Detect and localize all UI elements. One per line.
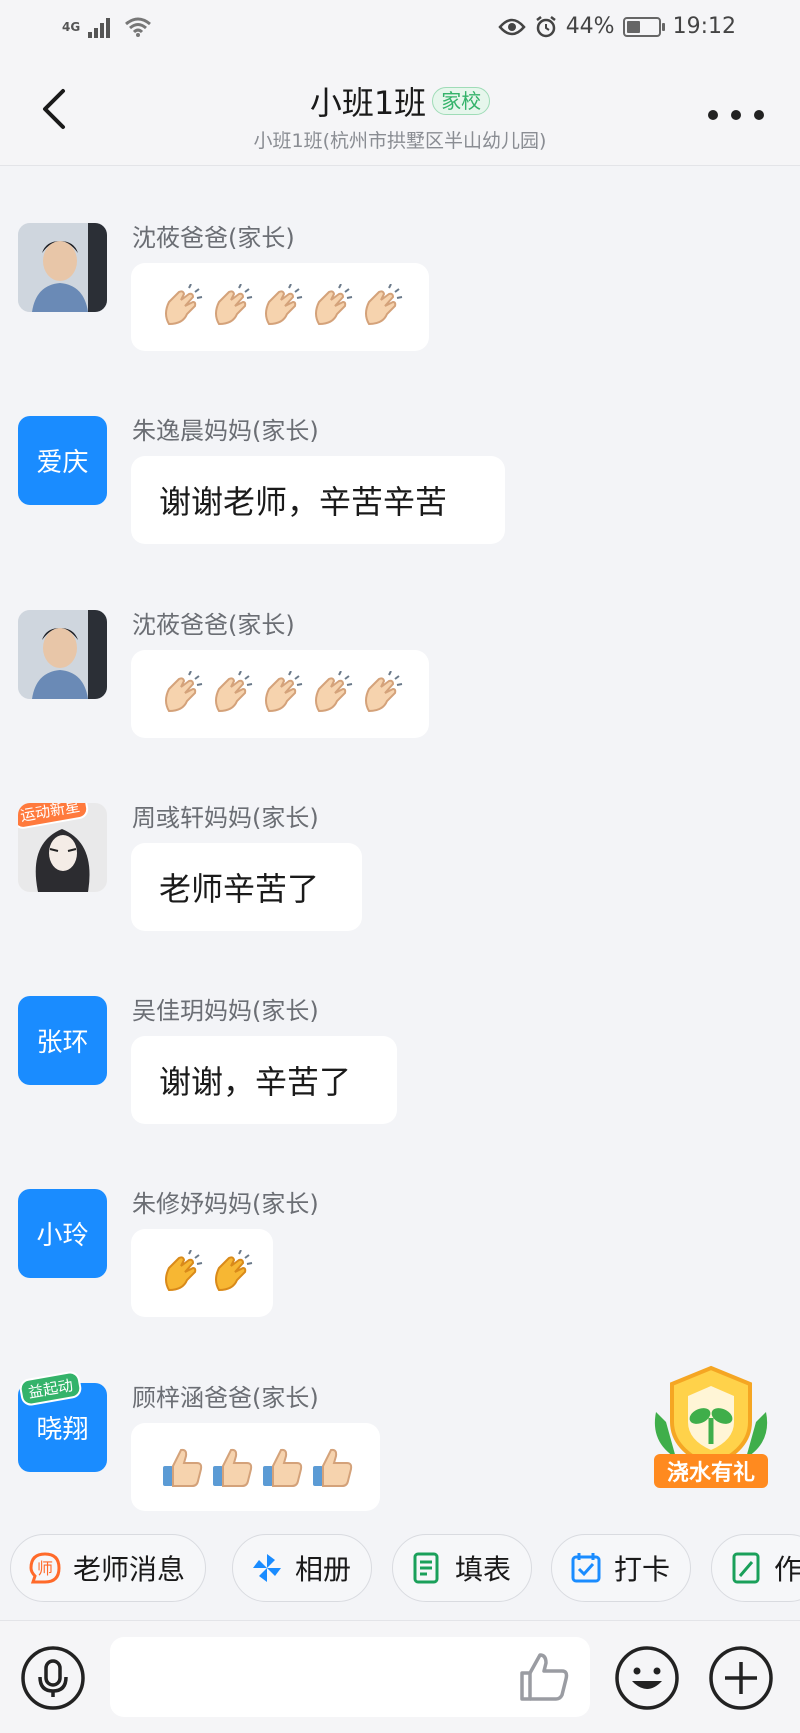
input-bar [0, 1620, 800, 1733]
quick-action-homework[interactable]: 作 [711, 1534, 800, 1602]
message-text: 谢谢老师，辛苦辛苦 [159, 483, 448, 521]
message-bubble[interactable] [131, 263, 429, 351]
avatar[interactable]: 小玲 [18, 1189, 107, 1278]
person-photo-icon [18, 223, 107, 312]
avatar-badge: 益起动 [18, 1369, 83, 1408]
avatar[interactable]: 运动新星 [18, 803, 107, 892]
more-actions-button[interactable] [708, 1645, 774, 1711]
clapping-hands-icon [165, 1250, 203, 1292]
message-bubble[interactable] [131, 1423, 380, 1511]
battery-percent: 44% [565, 14, 615, 39]
voice-button[interactable] [20, 1645, 86, 1711]
notebook-icon [732, 1552, 760, 1584]
emoji-button[interactable] [614, 1645, 680, 1711]
more-options-button[interactable] [708, 100, 764, 130]
message-text: 老师辛苦了 [159, 870, 320, 908]
avatar[interactable]: 爱庆 [18, 416, 107, 505]
more-dot [754, 110, 764, 120]
chat-header: 小班1班 家校 小班1班(杭州市拱墅区半山幼儿园) [0, 60, 800, 166]
clapping-hands-icon [215, 671, 253, 713]
clapping-emoji-row [159, 284, 405, 330]
status-bar: 4G 44% 19:12 [0, 0, 800, 60]
more-dot [731, 110, 741, 120]
clapping-emoji-row [159, 1250, 255, 1296]
clapping-hands-icon [315, 284, 353, 326]
smiley-icon [615, 1646, 679, 1710]
svg-text:师: 师 [37, 1559, 53, 1578]
sender-name: 沈莜爸爸(家长) [132, 224, 295, 252]
sender-name: 吴佳玥妈妈(家长) [132, 997, 319, 1025]
clapping-hands-icon [315, 671, 353, 713]
clapping-hands-icon [265, 671, 303, 713]
clock: 19:12 [672, 14, 736, 39]
quick-action-label: 打卡 [614, 1553, 671, 1586]
sender-name: 朱逸晨妈妈(家长) [132, 417, 319, 445]
thumbs-up-emoji-row [159, 1444, 355, 1490]
plus-icon [709, 1646, 773, 1710]
home-school-tag: 家校 [432, 87, 491, 115]
like-button[interactable] [516, 1649, 572, 1705]
more-dot [708, 110, 718, 120]
message-bubble[interactable]: 谢谢，辛苦了 [131, 1036, 397, 1124]
thumbs-up-emoji-icon [313, 1448, 353, 1487]
quick-action-teacher-messages[interactable]: 师 老师消息 [10, 1534, 207, 1602]
avatar-text: 张环 [36, 1028, 89, 1058]
calendar-check-icon [571, 1553, 601, 1583]
quick-action-album[interactable]: 相册 [232, 1534, 373, 1602]
avatar[interactable] [18, 610, 107, 699]
thumbs-up-icon [520, 1653, 569, 1701]
network-label: 4G [62, 20, 81, 34]
quick-actions-bar: 师 老师消息 相册 填表 打卡 作 [0, 1532, 800, 1604]
message-bubble[interactable]: 老师辛苦了 [131, 843, 362, 931]
pinwheel-icon [253, 1554, 281, 1582]
alarm-icon [535, 15, 556, 37]
avatar-text: 爱庆 [36, 448, 89, 478]
eye-icon [498, 18, 526, 35]
avatar[interactable]: 张环 [18, 996, 107, 1085]
clapping-hands-icon [365, 671, 403, 713]
quick-action-form[interactable]: 填表 [392, 1534, 533, 1602]
quick-action-label: 相册 [295, 1553, 352, 1586]
avatar[interactable] [18, 223, 107, 312]
chat-screen: 4G 44% 19:12 小班1班 家校 小班1班(杭州市拱墅区半山幼儿园) 沈… [0, 0, 800, 1733]
clapping-hands-icon [165, 284, 203, 326]
clapping-hands-icon [215, 1250, 253, 1292]
teacher-icon: 师 [29, 1552, 61, 1584]
promo-label: 浇水有礼 [654, 1454, 768, 1488]
message-bubble[interactable] [131, 1229, 273, 1317]
sender-name: 顾梓涵爸爸(家长) [132, 1384, 319, 1412]
thumbs-up-emoji-icon [263, 1448, 303, 1487]
signal-icon [88, 18, 111, 38]
chat-subtitle: 小班1班(杭州市拱墅区半山幼儿园) [253, 130, 547, 152]
sender-name: 朱修妤妈妈(家长) [132, 1190, 319, 1218]
thumbs-up-emoji-icon [213, 1448, 253, 1487]
chat-title: 小班1班 [309, 84, 427, 122]
avatar[interactable]: 晓翔 益起动 [18, 1369, 107, 1472]
avatar-text: 小玲 [36, 1221, 89, 1251]
message-text: 谢谢，辛苦了 [159, 1063, 352, 1101]
sender-name: 沈莜爸爸(家长) [132, 611, 295, 639]
clapping-emoji-row [159, 671, 405, 717]
message-bubble[interactable] [131, 650, 429, 738]
form-icon [413, 1552, 439, 1584]
clapping-hands-icon [265, 284, 303, 326]
message-bubble[interactable]: 谢谢老师，辛苦辛苦 [131, 456, 505, 544]
avatar-text: 晓翔 [36, 1415, 89, 1445]
clapping-hands-icon [215, 284, 253, 326]
sender-name: 周彧轩妈妈(家长) [132, 804, 319, 832]
clapping-hands-icon [165, 671, 203, 713]
person-photo-icon [18, 610, 107, 699]
battery-icon [622, 16, 665, 37]
quick-action-label: 作 [774, 1553, 800, 1586]
quick-action-checkin[interactable]: 打卡 [551, 1534, 692, 1602]
wifi-icon [125, 17, 152, 37]
thumbs-up-emoji-icon [163, 1448, 203, 1487]
quick-action-label: 老师消息 [73, 1553, 186, 1586]
quick-action-label: 填表 [455, 1553, 512, 1586]
microphone-icon [21, 1646, 85, 1710]
watering-promo-button[interactable]: 浇水有礼 [646, 1362, 776, 1492]
clapping-hands-icon [365, 284, 403, 326]
